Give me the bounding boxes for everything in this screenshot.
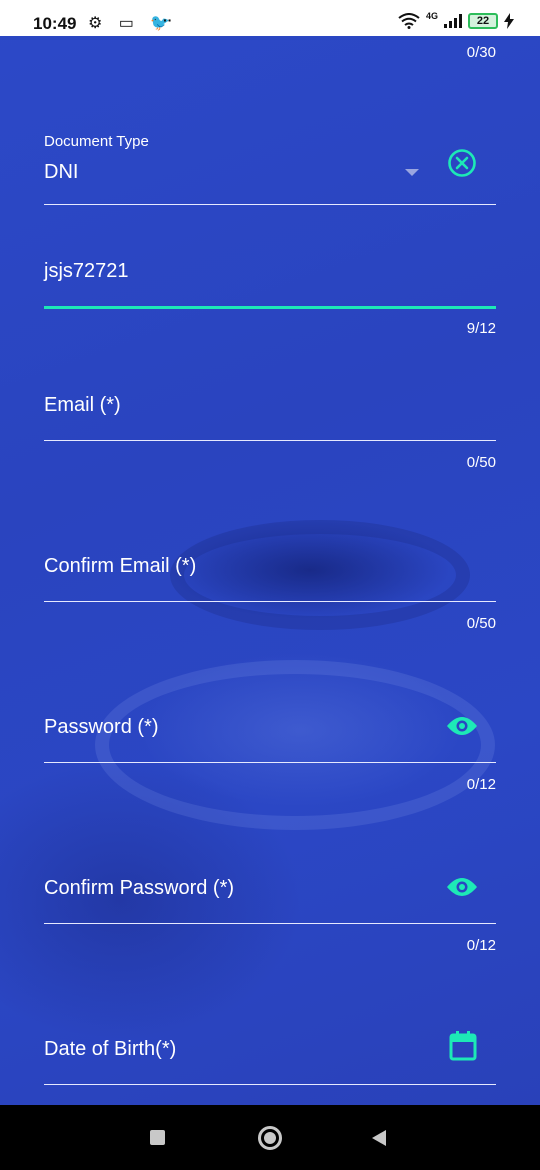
- confirm-email-placeholder: Confirm Email (*): [44, 555, 197, 577]
- eye-icon[interactable]: [446, 873, 478, 901]
- password-placeholder: Password (*): [44, 716, 159, 738]
- document-number-value: jsjs72721: [44, 260, 129, 282]
- email-placeholder: Email (*): [44, 394, 121, 416]
- confirm-email-counter: 0/50: [466, 615, 496, 632]
- battery-icon: 22: [468, 13, 498, 29]
- dropdown-arrow-icon[interactable]: [404, 168, 420, 178]
- eye-icon[interactable]: [446, 712, 478, 740]
- date-of-birth-placeholder: Date of Birth(*): [44, 1038, 177, 1060]
- email-input[interactable]: Email (*) 0/50: [44, 390, 496, 475]
- charging-icon: [504, 13, 514, 29]
- status-more-dots: ··: [163, 12, 173, 28]
- status-right-icons: 4G 22: [398, 11, 514, 29]
- document-type-dropdown[interactable]: Document Type DNI: [44, 130, 496, 210]
- confirm-password-counter: 0/12: [466, 937, 496, 954]
- document-type-value: DNI: [44, 161, 79, 183]
- recent-apps-button[interactable]: [150, 1130, 165, 1145]
- clear-selection-icon[interactable]: [446, 147, 478, 179]
- back-button[interactable]: [372, 1130, 386, 1146]
- date-of-birth-input[interactable]: Date of Birth(*): [44, 1031, 496, 1094]
- fullname-field[interactable]: 0/30: [44, 40, 496, 70]
- fullname-counter: 0/30: [466, 44, 496, 61]
- calendar-icon[interactable]: [448, 1030, 478, 1062]
- password-counter: 0/12: [466, 776, 496, 793]
- network-type: 4G: [425, 11, 438, 21]
- document-number-counter: 9/12: [466, 320, 496, 337]
- confirm-email-input[interactable]: Confirm Email (*) 0/50: [44, 551, 496, 636]
- confirm-password-input[interactable]: Confirm Password (*) 0/12: [44, 873, 496, 958]
- document-number-input[interactable]: jsjs72721 9/12: [44, 255, 496, 340]
- wifi-icon: [398, 13, 420, 29]
- system-navigation-bar: [0, 1105, 540, 1170]
- status-bar: 10:49 ⚙ ▭ 🐦 ·· 4G 22: [0, 0, 540, 40]
- password-input[interactable]: Password (*) 0/12: [44, 712, 496, 797]
- home-button[interactable]: [258, 1126, 282, 1150]
- email-counter: 0/50: [466, 454, 496, 471]
- status-time: 10:49: [33, 14, 77, 33]
- confirm-password-placeholder: Confirm Password (*): [44, 877, 235, 899]
- signal-icon: [444, 14, 462, 28]
- document-type-label: Document Type: [44, 133, 149, 150]
